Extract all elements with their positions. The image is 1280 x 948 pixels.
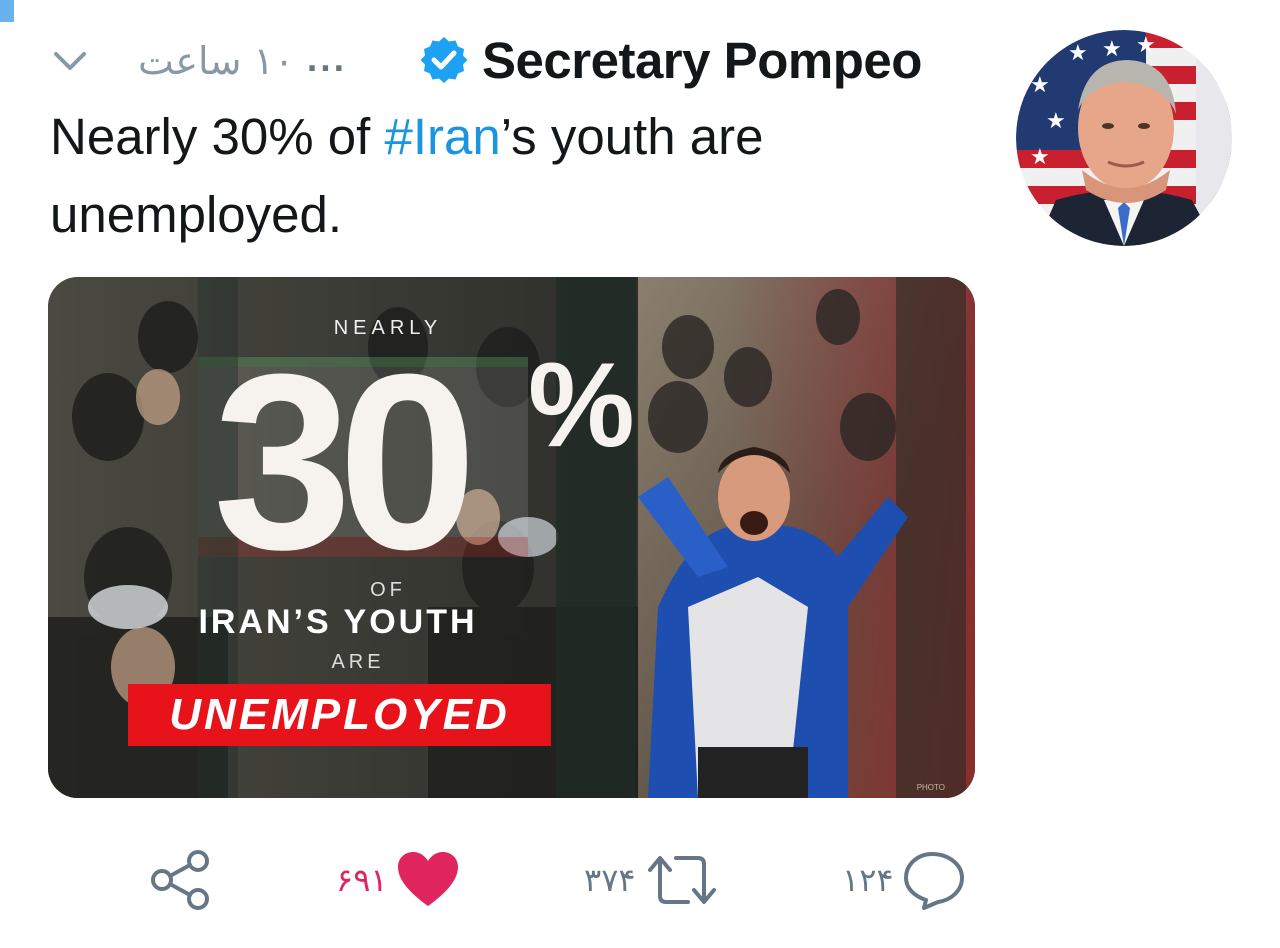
retweet-icon [647,856,716,904]
media-caption-are: ARE [331,651,385,673]
tweet-text: Nearly 30% of #Iran’s youth are unemploy… [50,98,950,254]
tweet-timestamp: ۱۰ ساعت ... [138,36,347,86]
tweet-media-image[interactable]: NEARLY 30 % OF IRAN’S YOUTH ARE UNEMPLOY… [48,277,975,798]
timestamp-text: ۱۰ ساعت [138,39,295,83]
reply-icon [903,852,964,910]
author-display-name[interactable]: Secretary Pompeo [482,31,922,90]
media-caption-number: 30 [213,322,477,601]
hashtag-link[interactable]: #Iran [385,108,501,165]
retweet-button[interactable]: ۳۷۴ [584,840,720,920]
svg-text:★: ★ [1030,145,1050,170]
media-caption-of: OF [370,579,406,601]
svg-text:★: ★ [1046,109,1066,134]
tweet-text-start: Nearly 30% of [50,108,385,165]
svg-text:★: ★ [1068,41,1088,66]
share-icon [151,850,209,910]
reply-count: ۱۲۴ [842,861,894,899]
heart-icon [397,852,458,906]
verified-badge-icon [420,37,468,83]
reply-button[interactable]: ۱۲۴ [842,840,966,920]
media-caption-iran-youth: IRAN’S YOUTH [198,603,478,641]
svg-text:★: ★ [1030,73,1050,98]
author-name-row[interactable]: Secretary Pompeo [418,30,922,90]
svg-text:★: ★ [1102,37,1122,62]
photo-credit: PHOTO [916,783,945,792]
chevron-down-icon[interactable] [50,42,90,82]
like-count: ۶۹۱ [336,861,388,899]
tweet-action-bar: ۶۹۱ ۳۷۴ ۱۲۴ [0,840,1280,920]
top-accent-bar [0,0,14,22]
like-button[interactable]: ۶۹۱ [336,840,460,920]
share-button[interactable] [148,840,214,920]
media-caption-unemployed-banner: UNEMPLOYED [128,684,551,746]
svg-text:★: ★ [1136,33,1156,58]
media-caption-percent: % [528,338,635,472]
media-caption-unemployed: UNEMPLOYED [169,690,510,739]
retweet-count: ۳۷۴ [584,861,636,899]
avatar[interactable]: ★ ★ ★ ★ ★ ★ [1016,30,1232,246]
ellipsis: ... [306,43,347,79]
